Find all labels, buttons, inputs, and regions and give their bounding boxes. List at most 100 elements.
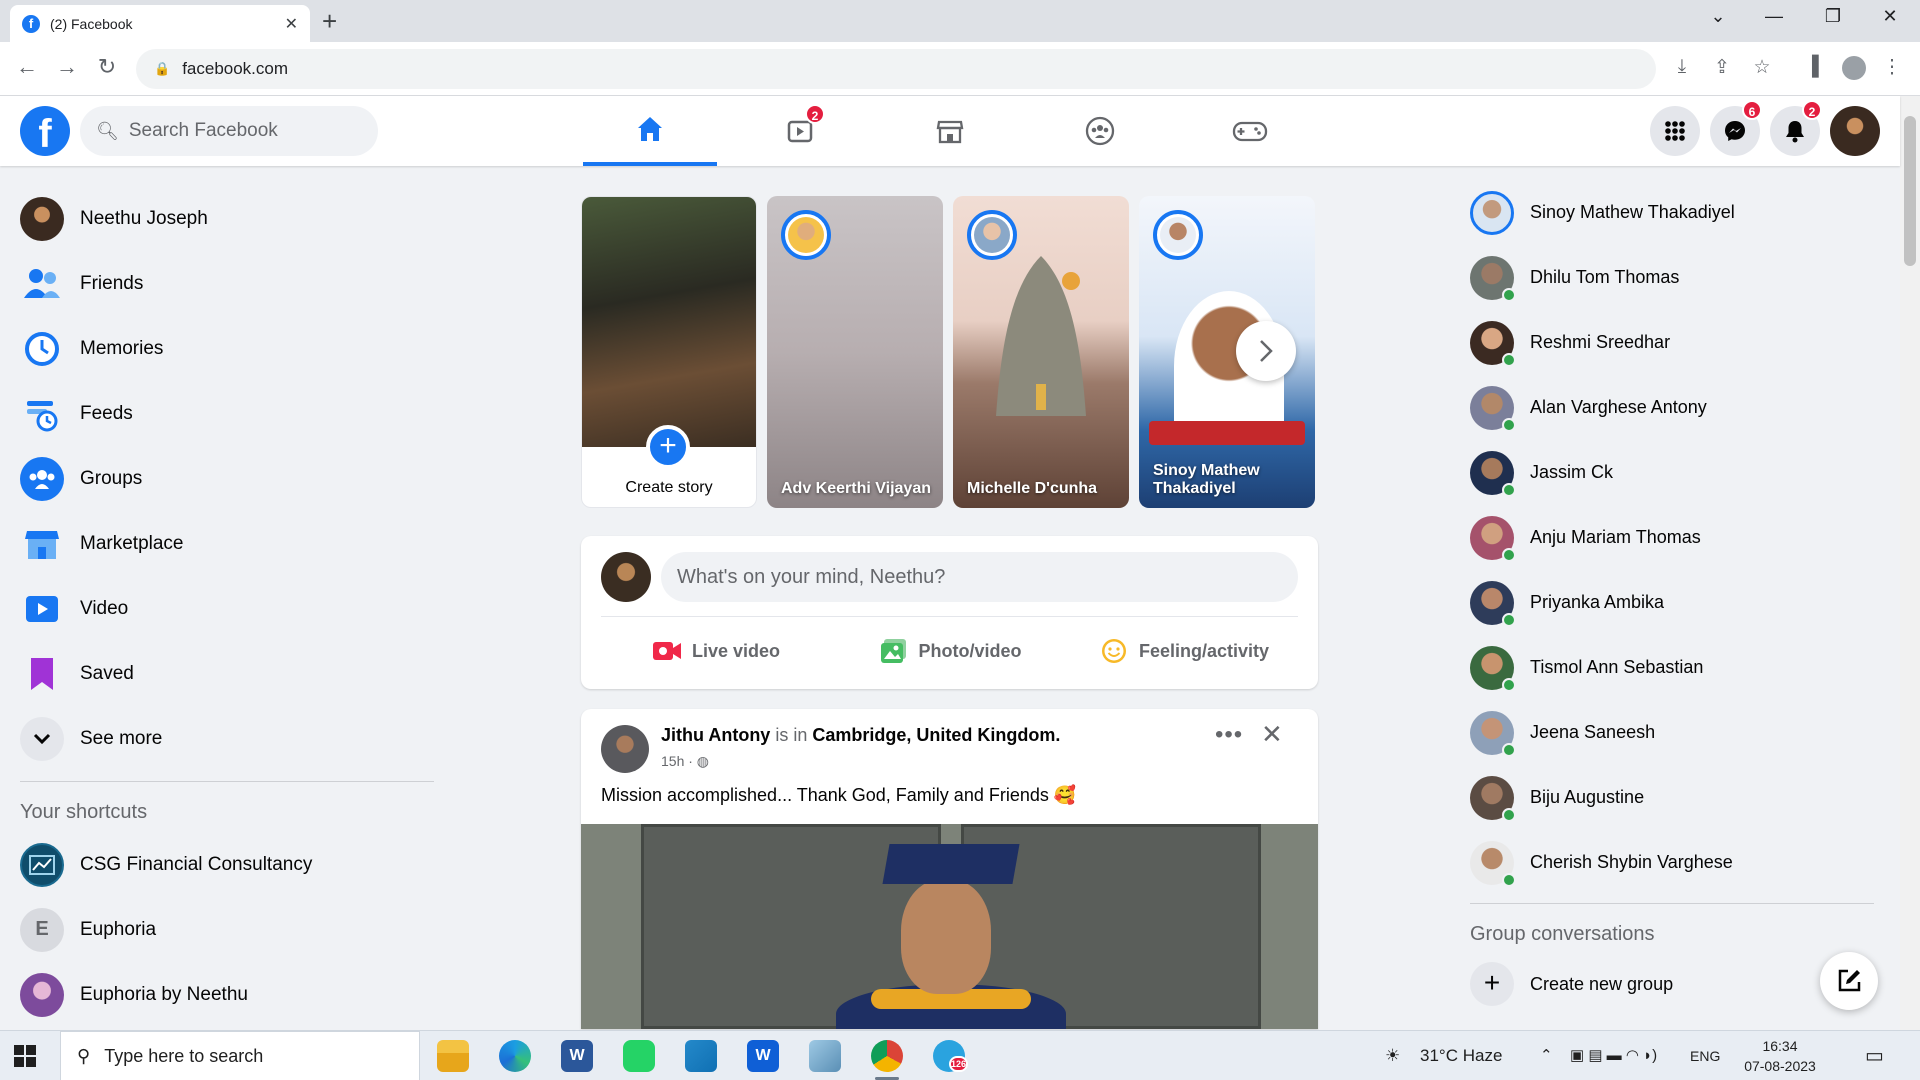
sidebar-item-memories[interactable]: Memories: [12, 316, 442, 381]
contact-item[interactable]: Dhilu Tom Thomas: [1462, 245, 1882, 310]
live-video-button[interactable]: Live video: [601, 626, 831, 676]
writer-icon[interactable]: W: [747, 1040, 779, 1072]
sidebar-item-saved[interactable]: Saved: [12, 641, 442, 706]
sidebar-item-marketplace[interactable]: Marketplace: [12, 511, 442, 576]
weather-text[interactable]: 31°C Haze: [1420, 1031, 1502, 1080]
sidebar-item-friends[interactable]: Friends: [12, 251, 442, 316]
see-more-button[interactable]: See more: [12, 706, 442, 771]
story-card[interactable]: Adv Keerthi Vijayan: [767, 196, 943, 508]
edge-icon[interactable]: [499, 1040, 531, 1072]
create-new-group-button[interactable]: + Create new group: [1462, 956, 1882, 1012]
language-indicator[interactable]: ENG: [1690, 1031, 1720, 1080]
contact-item[interactable]: Priyanka Ambika: [1462, 570, 1882, 635]
minimize-button[interactable]: —: [1759, 6, 1789, 27]
messenger-button[interactable]: 6: [1710, 100, 1762, 156]
weather-icon[interactable]: ☀: [1385, 1031, 1400, 1080]
install-icon[interactable]: ⤓: [1668, 56, 1696, 78]
online-indicator: [1502, 872, 1516, 887]
browser-menu-icon[interactable]: ⋮: [1878, 56, 1906, 79]
notes-icon[interactable]: [809, 1040, 841, 1072]
scrollbar-thumb[interactable]: [1904, 116, 1916, 266]
maximize-button[interactable]: ❐: [1818, 6, 1848, 27]
contact-name: Jeena Saneesh: [1530, 722, 1656, 742]
tab-search-chevron-icon[interactable]: ⌄: [1703, 6, 1733, 27]
tab-close-icon[interactable]: ✕: [285, 14, 298, 34]
post-photo[interactable]: [581, 824, 1318, 1029]
post-close-icon[interactable]: ✕: [1261, 719, 1283, 750]
online-indicator: [1502, 742, 1516, 757]
whats-on-your-mind-input[interactable]: What's on your mind, Neethu?: [661, 552, 1298, 602]
feeling-activity-button[interactable]: Feeling/activity: [1069, 626, 1299, 676]
story-card[interactable]: Michelle D'cunha: [953, 196, 1129, 508]
post-options-icon[interactable]: •••: [1215, 721, 1243, 749]
side-panel-icon[interactable]: ▐: [1798, 56, 1826, 78]
add-story-icon[interactable]: +: [646, 425, 690, 469]
sidebar-item-profile[interactable]: Neethu Joseph: [12, 186, 442, 251]
sidebar-item-groups[interactable]: Groups: [12, 446, 442, 511]
file-explorer-icon[interactable]: [437, 1040, 469, 1072]
contact-item[interactable]: Jeena Saneesh: [1462, 700, 1882, 765]
left-sidebar: Neethu Joseph Friends Memories Feeds Gro…: [12, 186, 442, 1027]
chevron-right-icon: [1260, 340, 1273, 362]
windows-start-icon[interactable]: [14, 1045, 36, 1067]
page-scrollbar[interactable]: [1900, 96, 1920, 1030]
create-story-label: Create story: [625, 479, 713, 496]
tab-watch[interactable]: 2: [733, 96, 867, 166]
post-author-avatar[interactable]: [601, 725, 649, 773]
taskbar-clock[interactable]: 16:34 07-08-2023: [1735, 1036, 1825, 1076]
new-message-button[interactable]: [1820, 952, 1878, 1010]
address-bar[interactable]: 🔒 facebook.com: [136, 49, 1656, 89]
contact-item[interactable]: Sinoy Mathew Thakadiyel: [1462, 180, 1882, 245]
contact-item[interactable]: Biju Augustine: [1462, 765, 1882, 830]
chrome-icon[interactable]: [871, 1040, 903, 1080]
tray-icons[interactable]: ▣ ▤ ▬ ◠ ◗): [1570, 1031, 1657, 1080]
sidebar-item-feeds[interactable]: Feeds: [12, 381, 442, 446]
shortcut-euphoria-by-neethu[interactable]: Euphoria by Neethu: [12, 962, 442, 1027]
tab-home[interactable]: [583, 96, 717, 166]
contact-item[interactable]: Anju Mariam Thomas: [1462, 505, 1882, 570]
story-author: Michelle D'cunha: [967, 480, 1098, 497]
tab-gaming[interactable]: [1183, 96, 1317, 166]
word-icon[interactable]: W: [561, 1040, 593, 1072]
forward-button[interactable]: →: [52, 54, 82, 80]
close-window-button[interactable]: ✕: [1875, 6, 1905, 27]
bookmark-star-icon[interactable]: ☆: [1748, 56, 1776, 79]
shortcut-csg-financial[interactable]: CSG Financial Consultancy: [12, 832, 442, 897]
create-story-card[interactable]: + Create story: [581, 196, 757, 508]
post-author[interactable]: Jithu Antony: [661, 725, 770, 745]
notification-center-icon[interactable]: ▭: [1865, 1031, 1884, 1080]
facebook-logo-icon[interactable]: f: [20, 106, 70, 156]
whatsapp-icon[interactable]: [623, 1040, 655, 1072]
gaming-icon: [1232, 121, 1268, 142]
share-icon[interactable]: ⇪: [1708, 56, 1736, 79]
notifications-badge: 2: [1802, 100, 1822, 120]
vscode-icon[interactable]: [685, 1040, 717, 1072]
stories-next-button[interactable]: [1236, 321, 1296, 381]
sidebar-item-video[interactable]: Video: [12, 576, 442, 641]
composer-avatar[interactable]: [601, 552, 651, 602]
contact-item[interactable]: Cherish Shybin Varghese: [1462, 830, 1882, 895]
taskbar-search-input[interactable]: ⚲ Type here to search: [60, 1031, 420, 1080]
menu-button[interactable]: [1650, 106, 1700, 156]
reload-button[interactable]: ↻: [92, 54, 122, 80]
facebook-search-input[interactable]: 🔍︎ Search Facebook: [80, 106, 378, 156]
browser-tab[interactable]: f (2) Facebook ✕: [10, 5, 310, 42]
contact-item[interactable]: Reshmi Sreedhar: [1462, 310, 1882, 375]
tab-groups[interactable]: [1033, 96, 1167, 166]
tray-chevron-icon[interactable]: ⌃: [1540, 1031, 1553, 1080]
back-button[interactable]: ←: [12, 54, 42, 80]
notifications-button[interactable]: 2: [1770, 100, 1822, 156]
browser-profile-avatar[interactable]: [1842, 56, 1866, 80]
photo-video-button[interactable]: Photo/video: [835, 626, 1065, 676]
contact-item[interactable]: Tismol Ann Sebastian: [1462, 635, 1882, 700]
feeling-icon: [1101, 639, 1126, 663]
contact-item[interactable]: Alan Varghese Antony: [1462, 375, 1882, 440]
telegram-icon[interactable]: 126: [933, 1040, 969, 1072]
post-time[interactable]: 15h: [661, 753, 684, 769]
new-tab-button[interactable]: +: [322, 8, 337, 34]
post-location[interactable]: Cambridge, United Kingdom.: [812, 725, 1060, 745]
contact-item[interactable]: Jassim Ck: [1462, 440, 1882, 505]
shortcut-euphoria[interactable]: E Euphoria: [12, 897, 442, 962]
account-avatar[interactable]: [1830, 106, 1880, 156]
tab-marketplace[interactable]: [883, 96, 1017, 166]
